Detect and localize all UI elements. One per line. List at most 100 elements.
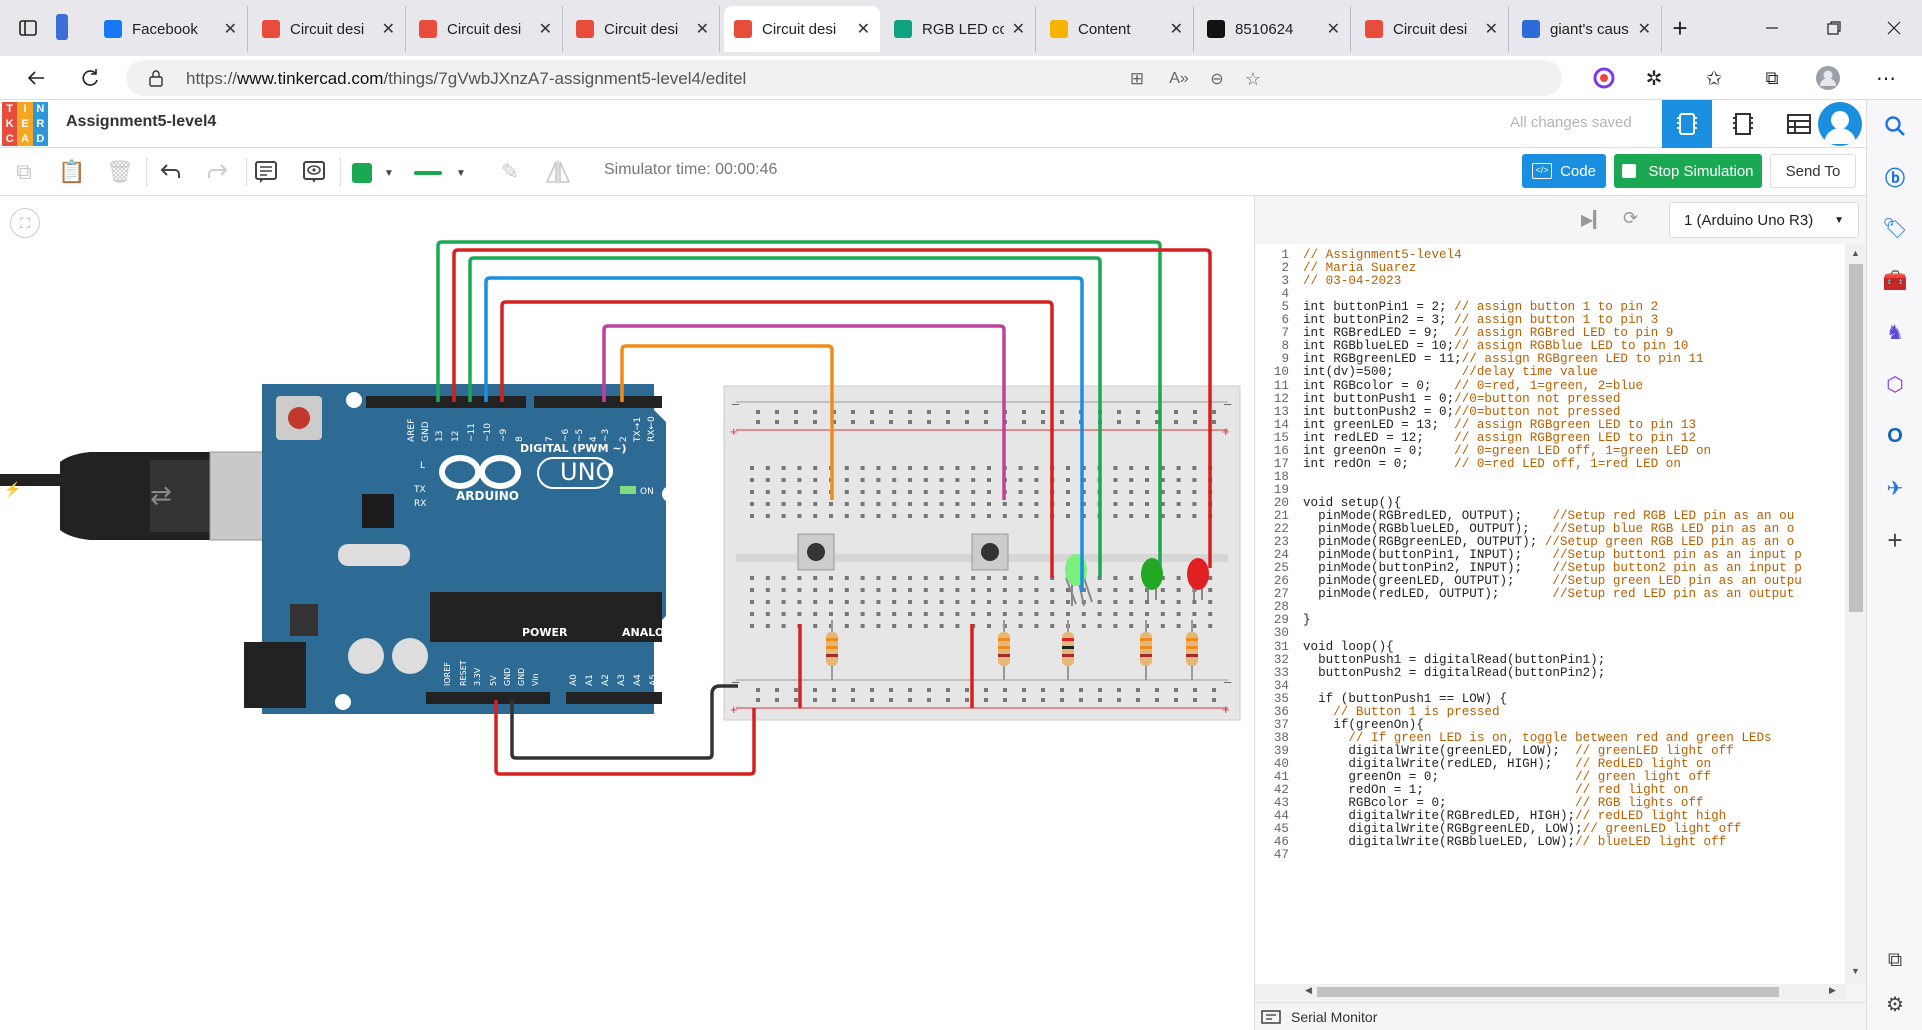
close-tab-icon[interactable]: ✕ — [1327, 19, 1340, 39]
project-title[interactable]: Assignment5-level4 — [66, 113, 216, 131]
code-text-area[interactable]: 1 // Assignment5-level4 2 // Maria Suarez 3 /… — [1255, 244, 1845, 984]
scroll-right-icon[interactable]: ▶ — [1829, 985, 1836, 996]
code-line: // Assignment5-level4 — [1303, 248, 1462, 262]
device-select[interactable]: 1 (Arduino Uno R3) ▼ — [1669, 202, 1859, 238]
scroll-down-icon[interactable]: ▼ — [1851, 966, 1860, 976]
schematic-view-button[interactable] — [1718, 100, 1768, 148]
close-tab-icon[interactable]: ✕ — [539, 19, 552, 39]
extension-color-icon[interactable] — [1590, 64, 1618, 92]
refresh-icon[interactable] — [76, 64, 104, 92]
zoom-out-icon[interactable]: ⊖ — [1206, 68, 1228, 90]
games-icon[interactable]: ♞ — [1881, 318, 1909, 346]
app-available-icon[interactable]: ⊞ — [1126, 68, 1148, 90]
shopping-icon[interactable]: 🏷 — [1881, 214, 1909, 242]
code-editor-header: ▶▎ ⟳ 1 (Arduino Uno R3) ▼ — [1255, 196, 1867, 244]
add-sidebar-icon[interactable]: + — [1881, 525, 1909, 555]
code-text: int buttonPin1 = 2; — [1303, 300, 1455, 315]
tab-actions-icon[interactable] — [16, 16, 40, 40]
close-tab-icon[interactable]: ✕ — [1485, 19, 1498, 39]
send-to-button[interactable]: Send To — [1770, 154, 1856, 188]
copilot-icon[interactable]: ⬡ — [1881, 370, 1909, 398]
search-icon[interactable] — [1881, 112, 1909, 140]
serial-monitor-bar[interactable]: Serial Monitor — [1255, 1002, 1867, 1030]
pushbutton-2[interactable] — [971, 533, 1009, 571]
line-number: 13 — [1273, 404, 1289, 419]
browser-tab[interactable]: Circuit desi ✕ — [724, 6, 880, 52]
close-tab-icon[interactable]: ✕ — [857, 19, 870, 39]
close-tab-icon[interactable]: ✕ — [1638, 19, 1651, 39]
back-icon[interactable] — [22, 64, 50, 92]
lock-icon[interactable] — [146, 68, 166, 88]
visibility-icon[interactable] — [298, 156, 330, 188]
code-comment: // assign RGBred LED to pin 9 — [1454, 326, 1674, 341]
stop-simulation-button[interactable]: Stop Simulation — [1614, 154, 1762, 188]
component-list-button[interactable] — [1774, 100, 1824, 148]
minimize-icon[interactable] — [1758, 14, 1786, 42]
code-comment: // Button 1 is pressed — [1333, 704, 1500, 719]
close-tab-icon[interactable]: ✕ — [224, 19, 237, 39]
tools-icon[interactable]: 🧰 — [1881, 266, 1909, 294]
close-tab-icon[interactable]: ✕ — [1170, 19, 1183, 39]
browser-tab[interactable]: giant's caus ✕ — [1512, 6, 1662, 52]
pushbutton-1[interactable] — [797, 533, 835, 571]
url-input[interactable]: https://www.tinkercad.com/things/7gVwbJX… — [126, 60, 1562, 96]
add-favorite-icon[interactable]: ☆ — [1242, 68, 1264, 90]
close-window-icon[interactable] — [1880, 14, 1908, 42]
scroll-left-icon[interactable]: ◀ — [1305, 985, 1312, 996]
close-tab-icon[interactable]: ✕ — [382, 19, 395, 39]
outlook-icon[interactable]: O — [1881, 422, 1909, 450]
more-menu-icon[interactable]: ⋯ — [1872, 64, 1900, 92]
debug-icon[interactable]: ⟳ — [1623, 208, 1647, 232]
extensions-icon[interactable]: ✲ — [1640, 64, 1668, 92]
wire-type-picker[interactable]: ▼ — [414, 162, 474, 184]
paste-icon[interactable]: 📋 — [56, 156, 88, 188]
scroll-thumb-h[interactable] — [1317, 987, 1779, 997]
collections-icon[interactable]: ⧉ — [1758, 64, 1786, 92]
code-text: int redLED = 12; — [1303, 430, 1455, 445]
flip-icon[interactable] — [542, 156, 574, 188]
send-icon[interactable]: ✈ — [1881, 474, 1909, 502]
close-tab-icon[interactable]: ✕ — [1012, 19, 1025, 39]
circuit-canvas[interactable]: ⛶ ⚡ ⇄ AREF GND 13 12 ~11 ~10 ~9 8 7 ~6 ~… — [0, 196, 1254, 1030]
vertical-scrollbar[interactable]: ▲ ▼ — [1845, 244, 1867, 984]
code-line: if (buttonPush1 == LOW) { — [1303, 692, 1507, 706]
redo-icon[interactable] — [202, 156, 234, 188]
rotate-icon[interactable]: ✎ — [494, 156, 526, 188]
tinkercad-logo[interactable]: TINKERCAD — [2, 102, 48, 146]
browser-tab[interactable]: Circuit desi ✕ — [409, 6, 563, 52]
delete-icon[interactable]: 🗑 — [104, 156, 136, 188]
line-number: 15 — [1273, 430, 1289, 445]
arduino-board[interactable]: AREF GND 13 12 ~11 ~10 ~9 8 7 ~6 ~5 4 ~3 2 TX→1 RX←0DIG… — [244, 384, 690, 714]
circuit-view-button[interactable] — [1662, 100, 1712, 148]
new-tab-icon[interactable]: + — [1666, 13, 1694, 43]
close-tab-icon[interactable]: ✕ — [696, 19, 709, 39]
browser-tab[interactable]: 8510624 ✕ — [1197, 6, 1351, 52]
code-button[interactable]: </> Code — [1522, 154, 1606, 188]
bing-chat-icon[interactable]: ⓑ — [1881, 162, 1909, 190]
restore-icon[interactable] — [1820, 14, 1848, 42]
serial-monitor-icon — [1261, 1009, 1281, 1024]
split-screen-icon[interactable]: ⧉ — [1881, 946, 1909, 974]
browser-tab[interactable]: Content ✕ — [1040, 6, 1194, 52]
browser-tab[interactable]: RGB LED co ✕ — [884, 6, 1036, 52]
favorites-icon[interactable]: ✩ — [1700, 64, 1728, 92]
browser-tab[interactable]: Facebook ✕ — [94, 6, 248, 52]
scroll-up-icon[interactable]: ▲ — [1851, 248, 1860, 258]
horizontal-scrollbar[interactable]: ◀ ▶ — [1255, 984, 1845, 1000]
copy-icon[interactable]: ⧉ — [8, 156, 40, 188]
browser-tab[interactable]: Circuit desi ✕ — [252, 6, 406, 52]
profile-avatar-icon[interactable] — [1814, 64, 1842, 92]
color-picker[interactable]: ▼ — [352, 162, 400, 184]
scroll-thumb[interactable] — [1849, 264, 1863, 612]
notes-icon[interactable] — [250, 156, 282, 188]
browser-tab[interactable]: Circuit desi ✕ — [566, 6, 720, 52]
workspace-icon[interactable] — [54, 12, 70, 42]
undo-icon[interactable] — [154, 156, 186, 188]
browser-tab[interactable]: Circuit desi ✕ — [1355, 6, 1509, 52]
board-label: ~5 — [575, 429, 585, 442]
user-avatar[interactable] — [1818, 102, 1862, 146]
step-icon[interactable]: ▶▎ — [1581, 210, 1606, 230]
code-line: } — [1303, 613, 1311, 627]
settings-gear-icon[interactable]: ⚙ — [1881, 990, 1909, 1018]
read-aloud-icon[interactable]: A» — [1168, 68, 1190, 90]
